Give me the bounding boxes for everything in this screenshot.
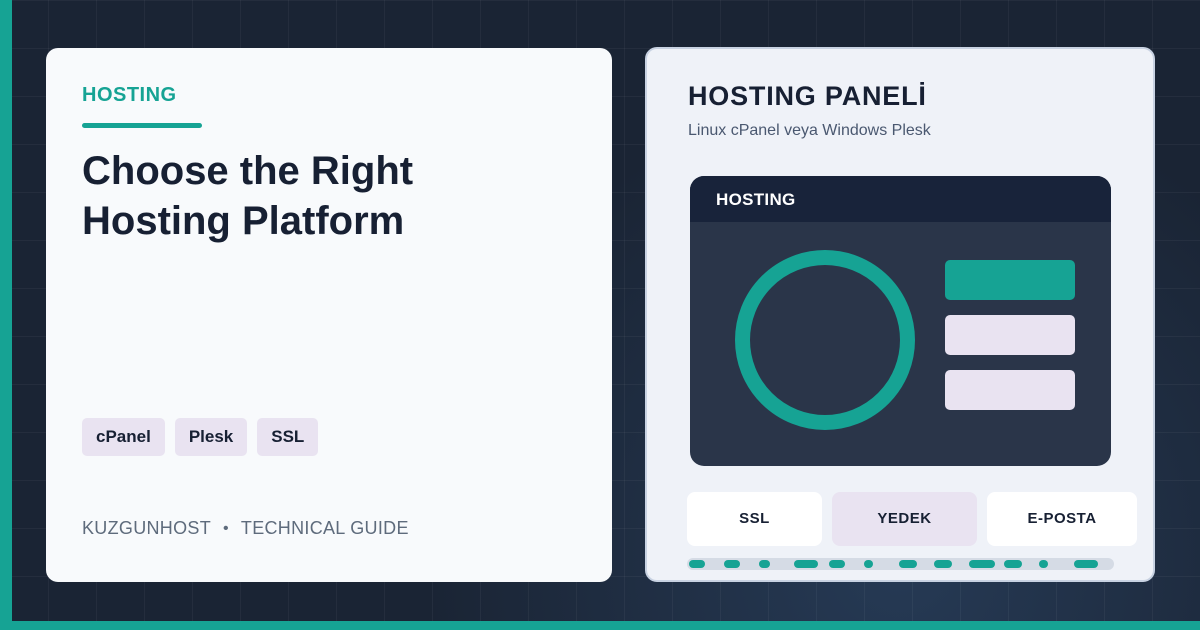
window-header: HOSTING bbox=[690, 176, 1111, 222]
feature-pill-ssl: SSL bbox=[687, 492, 822, 546]
dashboard-window-illustration: HOSTING bbox=[690, 176, 1111, 466]
dash-segment bbox=[829, 560, 845, 568]
dash-segment bbox=[969, 560, 995, 568]
feature-pill-yedek: YEDEK bbox=[832, 492, 977, 546]
title-line-2: Hosting Platform bbox=[82, 199, 405, 243]
dash-segment bbox=[934, 560, 952, 568]
dash-segment bbox=[899, 560, 917, 568]
dash-segment bbox=[794, 560, 818, 568]
panel-bar-primary bbox=[945, 260, 1075, 300]
article-title: Choose the Right Hosting Platform bbox=[82, 146, 562, 246]
article-card: HOSTING Choose the Right Hosting Platfor… bbox=[46, 48, 612, 582]
panel-title: HOSTING PANELİ bbox=[688, 81, 927, 111]
byline: KUZGUNHOST • TECHNICAL GUIDE bbox=[82, 518, 409, 539]
dash-segment bbox=[1004, 560, 1022, 568]
tag-cpanel: cPanel bbox=[82, 418, 165, 456]
dash-segment bbox=[1039, 560, 1048, 568]
bottom-accent-stripe bbox=[0, 621, 1200, 630]
eyebrow-underline bbox=[82, 123, 202, 128]
category-label: TECHNICAL GUIDE bbox=[240, 518, 409, 538]
left-accent-stripe bbox=[0, 0, 12, 630]
dash-segment bbox=[689, 560, 705, 568]
dash-segment bbox=[724, 560, 740, 568]
tag-list: cPanel Plesk SSL bbox=[82, 418, 319, 456]
brand-name: KUZGUNHOST bbox=[82, 518, 211, 538]
separator-dot: • bbox=[223, 519, 229, 537]
dash-track-decoration bbox=[687, 558, 1114, 570]
ring-graphic bbox=[735, 250, 915, 430]
dash-segment bbox=[864, 560, 873, 568]
panel-bar-secondary bbox=[945, 315, 1075, 355]
tag-plesk: Plesk bbox=[174, 418, 248, 456]
title-line-1: Choose the Right bbox=[82, 149, 414, 193]
feature-pill-eposta: E-POSTA bbox=[987, 492, 1137, 546]
tag-ssl: SSL bbox=[257, 418, 319, 456]
panel-bar-tertiary bbox=[945, 370, 1075, 410]
dash-segment bbox=[759, 560, 770, 568]
hosting-panel-card: HOSTING PANELİ Linux cPanel veya Windows… bbox=[645, 47, 1155, 582]
dash-segment bbox=[1074, 560, 1098, 568]
category-eyebrow: HOSTING bbox=[82, 84, 177, 106]
panel-subtitle: Linux cPanel veya Windows Plesk bbox=[688, 122, 931, 139]
